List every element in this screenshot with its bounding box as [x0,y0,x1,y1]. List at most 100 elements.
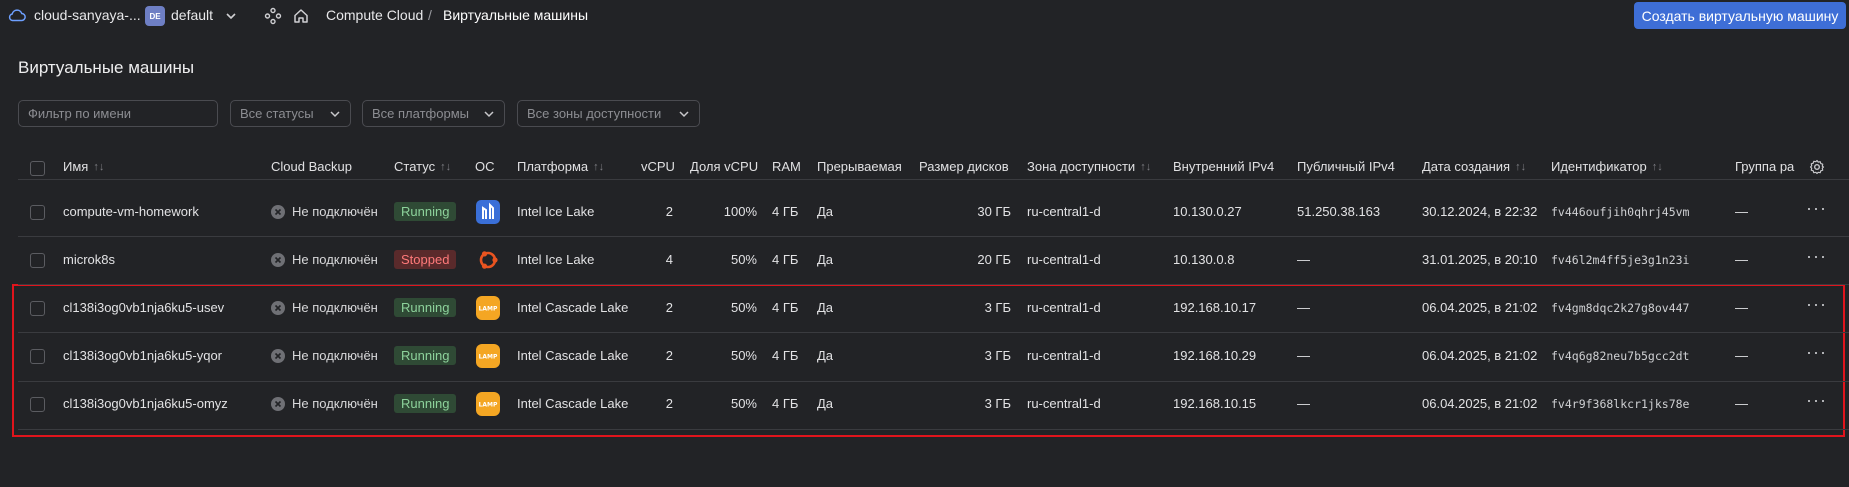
disk-size: 3 ГБ [984,396,1011,411]
status-badge: Running [394,346,457,365]
row-divider [18,332,1849,333]
row-checkbox[interactable] [30,205,45,220]
row-divider [18,429,1849,430]
backup-status-text: Не подключён [292,348,378,363]
sort-icon: ↑↓ [1140,160,1152,173]
col-disk: Размер дисков [919,159,1009,174]
more-actions-icon[interactable]: ··· [1806,198,1827,219]
create-vm-button[interactable]: Создать виртуальную машину [1634,2,1846,29]
vcpu: 2 [665,300,673,315]
name-filter-input[interactable]: Фильтр по имени [18,100,218,127]
col-platform[interactable]: Платформа ↑↓ [517,159,604,174]
select-all-checkbox[interactable] [30,161,45,176]
more-actions-icon[interactable]: ··· [1806,342,1827,363]
zone-filter-select[interactable]: Все зоны доступности [517,100,700,127]
vm-name[interactable]: cl138i3og0vb1nja6ku5-yqor [63,348,222,363]
svg-text:LAMP: LAMP [479,402,498,409]
breadcrumb-compute-cloud[interactable]: Compute Cloud [326,7,423,23]
row-checkbox[interactable] [30,349,45,364]
row-checkbox[interactable] [30,397,45,412]
col-backup: Cloud Backup [271,159,352,174]
zone: ru-central1-d [1027,204,1101,219]
created-date: 31.01.2025, в 20:10 [1422,252,1538,267]
ram: 4 ГБ [772,252,799,267]
more-actions-icon[interactable]: ··· [1806,246,1827,267]
preemptible: Да [817,396,834,411]
sort-icon: ↑↓ [93,160,105,173]
vcpu-share: 50% [730,348,757,363]
table-settings-gear-icon[interactable] [1809,159,1825,178]
status-badge: Stopped [394,250,457,269]
col-id[interactable]: Идентификатор ↑↓ [1551,159,1663,174]
col-os: ОС [475,159,495,174]
backup-status: Не подключён [271,204,378,219]
backup-status: Не подключён [271,252,378,267]
more-actions-icon[interactable]: ··· [1806,390,1827,411]
ram: 4 ГБ [772,348,799,363]
platform-filter-value: Все платформы [372,106,469,121]
ram: 4 ГБ [772,204,799,219]
row-divider [18,381,1849,382]
internal-ipv4: 192.168.10.17 [1173,300,1257,315]
platform: Intel Cascade Lake [517,396,629,411]
not-connected-icon [271,300,285,315]
more-actions-icon[interactable]: ··· [1806,294,1827,315]
status-filter-select[interactable]: Все статусы [230,100,351,127]
internal-ipv4: 10.130.0.8 [1173,252,1235,267]
col-zone[interactable]: Зона доступности ↑↓ [1027,159,1151,174]
public-ipv4: — [1297,300,1310,315]
cloud-icon [8,8,26,22]
row-checkbox[interactable] [30,253,45,268]
page-title: Виртуальные машины [18,58,195,77]
cloud-selector[interactable]: cloud-sanyaya-... [34,7,141,23]
col-ipv4-public: Публичный IPv4 [1297,159,1395,174]
col-name-label: Имя [63,159,89,174]
public-ipv4: — [1297,252,1310,267]
chevron-down-icon[interactable] [224,9,238,23]
col-created[interactable]: Дата создания ↑↓ [1422,159,1526,174]
folder-selector[interactable]: default [171,7,213,23]
breadcrumb-current-page: Виртуальные машины [443,7,589,23]
home-icon[interactable] [292,7,310,25]
col-name[interactable]: Имя ↑↓ [63,159,104,174]
debian-icon [475,199,501,225]
preemptible: Да [817,204,834,219]
placement-group: — [1735,252,1748,267]
backup-status: Не подключён [271,396,378,411]
preemptible: Да [817,348,834,363]
sort-icon: ↑↓ [1651,160,1663,173]
platform-filter-select[interactable]: Все платформы [362,100,505,127]
disk-size: 3 ГБ [984,300,1011,315]
public-ipv4: — [1297,348,1310,363]
chevron-down-icon [678,108,690,120]
lamp-icon: LAMP [475,295,501,321]
vm-name[interactable]: microk8s [63,252,115,267]
created-date: 06.04.2025, в 21:02 [1422,348,1538,363]
backup-status: Не подключён [271,348,378,363]
vcpu: 2 [665,396,673,411]
preemptible: Да [817,252,834,267]
zone: ru-central1-d [1027,252,1101,267]
lamp-icon: LAMP [475,343,501,369]
row-divider [18,236,1849,237]
col-status-label: Статус [394,159,436,174]
status-badge: Running [394,298,457,317]
vm-id: fv446oufjih0qhrj45vm [1551,205,1690,219]
internal-ipv4: 192.168.10.15 [1173,396,1257,411]
services-icon[interactable] [264,7,282,25]
vm-name[interactable]: cl138i3og0vb1nja6ku5-omyz [63,396,228,411]
vm-name[interactable]: cl138i3og0vb1nja6ku5-usev [63,300,224,315]
col-ram: RAM [772,159,801,174]
row-checkbox[interactable] [30,301,45,316]
backup-status: Не подключён [271,300,378,315]
folder-badge: DE [145,6,165,26]
placement-group: — [1735,348,1748,363]
zone: ru-central1-d [1027,348,1101,363]
col-status[interactable]: Статус ↑↓ [394,159,451,174]
vm-name[interactable]: compute-vm-homework [63,204,199,219]
col-vcpu: vCPU [641,159,675,174]
vcpu-share: 50% [730,396,757,411]
platform: Intel Ice Lake [517,252,595,267]
col-vcpu-share: Доля vCPU [690,159,759,174]
backup-status-text: Не подключён [292,300,378,315]
